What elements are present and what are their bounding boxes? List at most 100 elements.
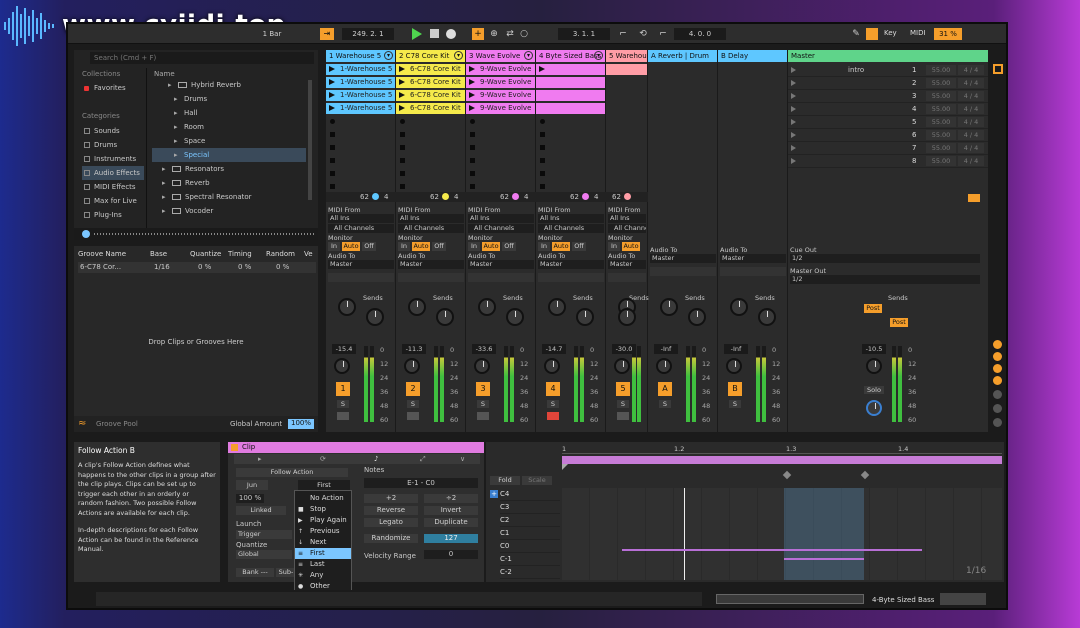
solo-button[interactable]: S — [729, 400, 741, 408]
empty-slot[interactable] — [718, 181, 787, 192]
chevron-right-icon[interactable]: ▸ — [162, 176, 166, 190]
automation-arm-icon[interactable]: ⊕ — [488, 28, 500, 40]
stop-icon[interactable] — [330, 171, 335, 176]
dropdown-option[interactable]: ▶ Play Again — [295, 515, 351, 526]
scene-launch-icon[interactable] — [791, 158, 796, 164]
empty-slot[interactable] — [466, 168, 535, 179]
clip[interactable] — [536, 90, 605, 101]
scene-row[interactable]: 7 55.00 4 / 4 — [788, 142, 988, 155]
empty-slot[interactable] — [648, 90, 717, 101]
output-select[interactable]: Master — [538, 260, 604, 269]
empty-slot[interactable] — [466, 155, 535, 166]
scene-tempo[interactable]: 55.00 — [926, 156, 956, 166]
clip-play-icon[interactable] — [329, 92, 335, 98]
chevron-right-icon[interactable]: ▸ — [162, 204, 166, 218]
track-header[interactable]: 5 Warehou — [606, 50, 647, 62]
punch-in-icon[interactable]: ⌐ — [616, 28, 630, 40]
track-header[interactable]: 4 Byte Sized Bass ▾ — [536, 50, 605, 62]
clip[interactable]: 9-Wave Evolve — [466, 90, 535, 101]
chevron-right-icon[interactable]: ▸ — [174, 134, 178, 148]
chevron-right-icon[interactable]: ▸ — [174, 92, 178, 106]
stop-icon[interactable] — [540, 158, 545, 163]
send-b-knob[interactable] — [618, 308, 636, 326]
chevron-right-icon[interactable]: ▸ — [162, 162, 166, 176]
clip-tab-icon[interactable]: ▸ — [258, 455, 262, 463]
stop-icon[interactable] — [400, 145, 405, 150]
groove-row[interactable]: 6-C78 Cor... 1/16 0 % 0 % 0 % — [78, 262, 316, 273]
solo-button[interactable]: S — [547, 400, 559, 408]
input-channel-select[interactable]: All Channels — [538, 224, 604, 233]
quantize-select[interactable]: 1 Bar — [256, 28, 288, 40]
stop-icon[interactable] — [470, 171, 475, 176]
empty-slot[interactable] — [536, 168, 605, 179]
scene-tempo[interactable]: 55.00 — [926, 78, 956, 88]
empty-slot[interactable] — [606, 116, 647, 127]
browser-item[interactable]: ▸ Hall — [152, 106, 306, 120]
scene-launch-icon[interactable] — [791, 93, 796, 99]
empty-slot[interactable] — [718, 103, 787, 114]
scene-signature[interactable]: 4 / 4 — [958, 78, 984, 88]
track-color-icon[interactable] — [372, 193, 379, 200]
browser-item[interactable]: ▸ Special — [152, 148, 306, 162]
track-activator-button[interactable]: A — [658, 382, 672, 396]
scene-launch-icon[interactable] — [791, 67, 796, 73]
pan-knob[interactable] — [474, 358, 490, 374]
solo-button[interactable]: S — [407, 400, 419, 408]
note-grid[interactable]: 1/16 — [562, 488, 1002, 580]
clip-play-icon[interactable] — [469, 92, 475, 98]
midi-note[interactable] — [784, 558, 864, 560]
bank-select[interactable]: Bank --- — [236, 568, 274, 577]
cue-toggle-icon[interactable] — [993, 418, 1002, 427]
scene-launch-icon[interactable] — [791, 119, 796, 125]
empty-slot[interactable] — [466, 142, 535, 153]
empty-slot[interactable] — [718, 64, 787, 75]
stop-icon[interactable] — [470, 119, 475, 124]
clip[interactable]: 9-Wave Evolve — [466, 103, 535, 114]
input-channel-select[interactable]: All Channels — [328, 224, 394, 233]
scene-row[interactable]: 8 55.00 4 / 4 — [788, 155, 988, 168]
sub-select[interactable]: Sub- — [276, 568, 296, 577]
empty-slot[interactable] — [536, 129, 605, 140]
stop-icon[interactable] — [540, 145, 545, 150]
monitor-in-button[interactable]: In — [608, 242, 620, 251]
piano-key-label[interactable]: C0 — [500, 540, 560, 553]
empty-slot[interactable] — [466, 181, 535, 192]
monitor-auto-button[interactable]: Auto — [412, 242, 430, 251]
empty-slot[interactable] — [648, 64, 717, 75]
stop-icon[interactable] — [470, 184, 475, 189]
monitor-off-button[interactable]: Off — [502, 242, 516, 251]
clip[interactable]: 1-Warehouse 5 — [326, 64, 395, 75]
io-toggle-button[interactable] — [993, 340, 1002, 349]
follow-button[interactable]: ⇥ — [320, 28, 334, 40]
arm-button[interactable] — [337, 412, 349, 420]
send-b-knob[interactable] — [576, 308, 594, 326]
fit-icon[interactable]: + — [490, 490, 498, 498]
browser-item[interactable]: ▸ Room — [152, 120, 306, 134]
groove-base[interactable]: 1/16 — [154, 263, 184, 271]
monitor-in-button[interactable]: In — [468, 242, 480, 251]
empty-slot[interactable] — [326, 142, 395, 153]
empty-slot[interactable] — [536, 181, 605, 192]
scene-launch-icon[interactable] — [791, 132, 796, 138]
input-type-select[interactable]: All Ins — [328, 214, 394, 223]
stop-icon[interactable] — [430, 29, 439, 38]
fold-button[interactable]: Fold — [490, 476, 520, 485]
loop-brace[interactable] — [562, 456, 1002, 464]
clip-toggle-icon[interactable] — [231, 444, 238, 451]
launch-tab-icon[interactable]: ⟳ — [320, 455, 326, 463]
empty-slot[interactable] — [606, 142, 647, 153]
randomize-value[interactable]: 127 — [424, 534, 478, 543]
chevron-right-icon[interactable]: ▸ — [168, 78, 172, 92]
envelope-tab-icon[interactable]: ⤢ — [420, 455, 426, 464]
stop-icon[interactable] — [400, 184, 405, 189]
launch-mode-select[interactable]: Trigger — [236, 530, 292, 539]
empty-slot[interactable] — [648, 129, 717, 140]
arm-button[interactable] — [407, 412, 419, 420]
clip[interactable]: 6-C78 Core Kit — [396, 103, 465, 114]
metronome-icon[interactable]: ○ — [518, 28, 530, 40]
stop-icon[interactable] — [540, 184, 545, 189]
loop-length[interactable]: 4. 0. 0 — [674, 28, 726, 40]
scene-launch-icon[interactable] — [791, 80, 796, 86]
preview-icon[interactable] — [82, 230, 90, 238]
browser-item[interactable]: ▸ Reverb — [152, 176, 306, 190]
